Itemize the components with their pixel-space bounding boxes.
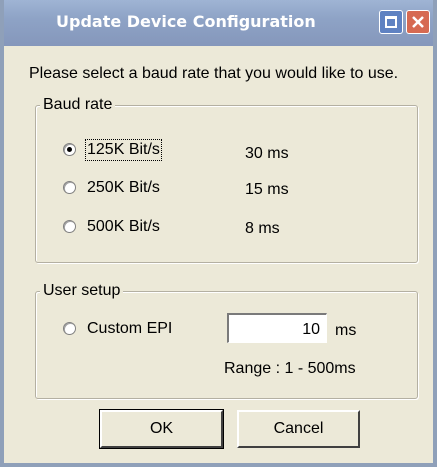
maximize-icon bbox=[385, 16, 397, 28]
radio-label-500k[interactable]: 500K Bit/s bbox=[87, 218, 160, 236]
instruction-text: Please select a baud rate that you would… bbox=[29, 65, 399, 82]
timing-500k: 8 ms bbox=[245, 220, 280, 237]
ok-button[interactable]: OK bbox=[99, 409, 224, 449]
dialog-window: Update Device Configuration Please selec… bbox=[0, 0, 437, 467]
epi-unit-label: ms bbox=[335, 322, 357, 339]
timing-125k: 30 ms bbox=[245, 145, 289, 162]
maximize-button[interactable] bbox=[379, 10, 403, 34]
radio-label-125k[interactable]: 125K Bit/s bbox=[85, 139, 162, 161]
radio-button-250k[interactable] bbox=[63, 181, 76, 194]
epi-range-text: Range : 1 - 500ms bbox=[224, 360, 356, 377]
close-button[interactable] bbox=[406, 10, 430, 34]
cancel-button[interactable]: Cancel bbox=[237, 410, 360, 448]
baud-rate-group-label: Baud rate bbox=[40, 96, 116, 114]
radio-label-custom-epi[interactable]: Custom EPI bbox=[87, 320, 172, 338]
window-title: Update Device Configuration bbox=[56, 12, 316, 31]
custom-epi-input[interactable] bbox=[227, 313, 327, 343]
radio-button-125k[interactable] bbox=[63, 143, 76, 156]
radio-button-500k[interactable] bbox=[63, 220, 76, 233]
close-icon bbox=[412, 16, 424, 28]
radio-button-custom-epi[interactable] bbox=[63, 322, 76, 335]
title-bar[interactable]: Update Device Configuration bbox=[4, 0, 433, 46]
user-setup-group-label: User setup bbox=[40, 282, 124, 300]
timing-250k: 15 ms bbox=[245, 181, 289, 198]
radio-label-250k[interactable]: 250K Bit/s bbox=[87, 179, 160, 197]
user-setup-groupbox bbox=[35, 291, 418, 399]
